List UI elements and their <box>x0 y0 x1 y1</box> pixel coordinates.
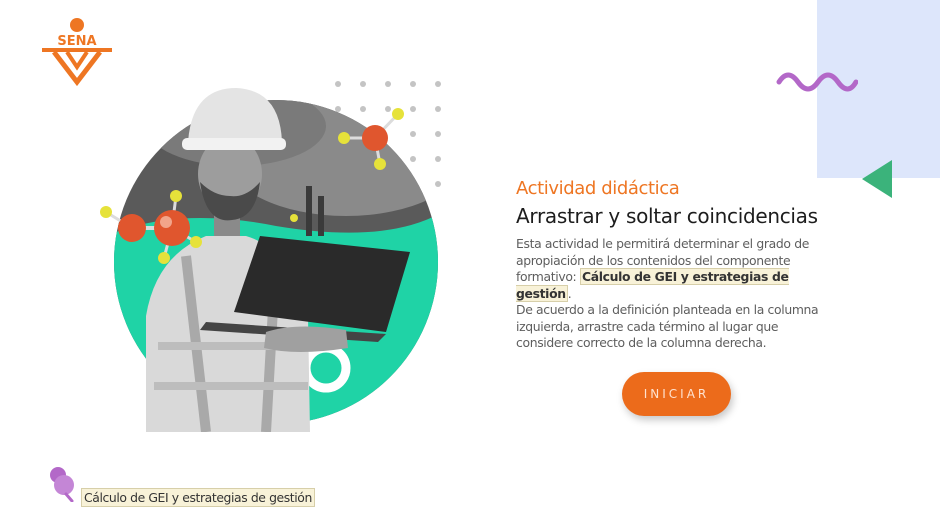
pin-icon <box>50 467 74 502</box>
hero-illustration <box>100 88 438 432</box>
intro-end: . <box>567 285 572 301</box>
sena-logo: SENA <box>42 18 112 86</box>
component-label: Cálculo de GEI y estrategias de gestión <box>81 488 315 507</box>
logo-wordmark: SENA <box>57 34 96 49</box>
activity-eyebrow: Actividad didáctica <box>516 178 680 199</box>
triangle-decoration <box>862 160 892 198</box>
squiggle-decoration <box>776 72 858 92</box>
activity-intro: Esta actividad le permitirá determinar e… <box>516 236 836 302</box>
start-button[interactable]: INICIAR <box>622 372 731 416</box>
activity-instructions: De acuerdo a la definición planteada en … <box>516 302 819 351</box>
activity-title: Arrastrar y soltar coincidencias <box>516 204 818 228</box>
